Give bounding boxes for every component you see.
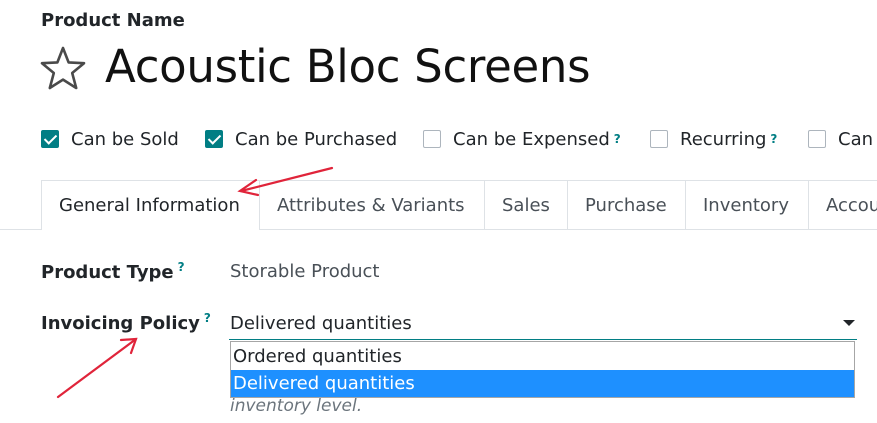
annotation-arrow-tab [239, 166, 334, 193]
annotation-arrows [56, 166, 334, 399]
annotation-arrow-policy [56, 337, 138, 399]
